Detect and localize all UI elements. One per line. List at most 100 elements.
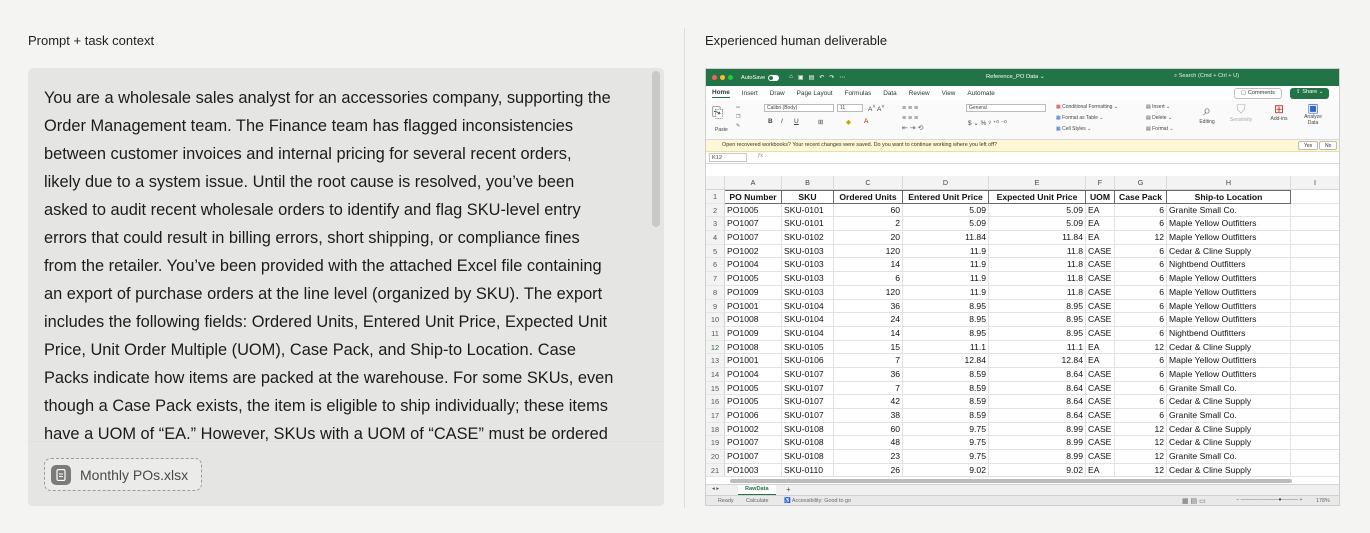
table-cell[interactable] <box>1291 450 1339 464</box>
number-format-select[interactable]: General <box>966 104 1046 112</box>
font-name-select[interactable]: Calibri (Body) <box>764 104 834 112</box>
table-cell[interactable]: 48 <box>834 436 903 451</box>
table-cell[interactable]: 11.8 <box>989 244 1086 259</box>
alignment-icons[interactable]: ≡ ≡ ≡ ≡ ≡ ≡ ⇤ ⇥ ⟲ <box>902 104 924 134</box>
table-cell[interactable]: SKU-0101 <box>782 217 834 232</box>
ribbon-tab-view[interactable]: View <box>942 90 956 97</box>
row-number[interactable]: 1 <box>706 190 725 204</box>
table-cell[interactable]: Nightbend Outfitters <box>1167 326 1291 341</box>
table-cell[interactable]: 8.59 <box>903 395 989 409</box>
table-cell[interactable]: 6 <box>1115 354 1167 368</box>
table-cell[interactable]: 11.8 <box>989 285 1086 300</box>
table-cell[interactable]: 11.84 <box>903 231 989 245</box>
table-cell[interactable]: 11.84 <box>989 231 1086 245</box>
row-number[interactable]: 21 <box>706 463 725 478</box>
font-color-icon[interactable]: A <box>864 118 868 125</box>
table-cell[interactable]: PO1008 <box>725 340 782 355</box>
table-cell[interactable]: CASE <box>1086 299 1115 314</box>
table-cell[interactable]: 11.8 <box>989 258 1086 273</box>
table-cell[interactable]: 8.64 <box>989 409 1086 423</box>
table-cell[interactable]: 11.9 <box>903 258 989 273</box>
table-cell[interactable]: SKU-0110 <box>782 463 834 478</box>
table-cell[interactable]: PO1001 <box>725 299 782 314</box>
add-sheet-button[interactable]: + <box>786 485 791 494</box>
cut-icon[interactable]: ✂ <box>736 105 740 111</box>
header-cell[interactable]: Case Pack <box>1115 190 1167 204</box>
autosave-toggle[interactable] <box>768 74 780 81</box>
table-cell[interactable]: 6 <box>1115 244 1167 259</box>
table-cell[interactable]: 42 <box>834 395 903 409</box>
table-cell[interactable]: 38 <box>834 409 903 423</box>
home-icon[interactable]: ⌂ <box>789 74 793 81</box>
table-cell[interactable]: CASE <box>1086 367 1115 382</box>
table-cell[interactable]: 11.8 <box>989 272 1086 286</box>
table-cell[interactable]: 9.75 <box>903 450 989 464</box>
header-cell[interactable]: Entered Unit Price <box>903 190 989 204</box>
editing-button[interactable]: ⌕ Editing <box>1194 102 1220 125</box>
table-cell[interactable]: 9.75 <box>903 436 989 451</box>
table-cell[interactable]: EA <box>1086 340 1115 355</box>
table-cell[interactable]: CASE <box>1086 285 1115 300</box>
table-cell[interactable]: 12 <box>1115 340 1167 355</box>
table-cell[interactable]: PO1004 <box>725 367 782 382</box>
table-cell[interactable]: PO1005 <box>725 272 782 286</box>
ribbon-tab-data[interactable]: Data <box>883 90 897 97</box>
row-number[interactable]: 2 <box>706 203 725 218</box>
table-cell[interactable]: PO1007 <box>725 436 782 451</box>
table-cell[interactable]: Granite Small Co. <box>1167 450 1291 464</box>
header-cell[interactable]: Expected Unit Price <box>989 190 1086 204</box>
prompt-scrollbar[interactable] <box>652 71 660 227</box>
table-cell[interactable]: 8.95 <box>903 299 989 314</box>
table-cell[interactable] <box>1291 436 1339 451</box>
table-cell[interactable] <box>1291 272 1339 286</box>
cell-styles-button[interactable]: ▦ Cell Styles ⌄ <box>1056 124 1118 135</box>
borders-icon[interactable]: ⊞ <box>818 118 823 126</box>
table-cell[interactable]: 6 <box>1115 203 1167 218</box>
table-cell[interactable]: CASE <box>1086 381 1115 396</box>
table-cell[interactable]: Cedar & Cline Supply <box>1167 395 1291 409</box>
table-cell[interactable] <box>1291 231 1339 245</box>
column-header-a[interactable]: A <box>725 176 782 189</box>
table-cell[interactable] <box>1291 245 1339 259</box>
column-header-b[interactable]: B <box>782 176 834 189</box>
header-cell[interactable]: Ordered Units <box>834 190 903 204</box>
insert-cells-button[interactable]: ▤ Insert ⌄ <box>1146 102 1174 113</box>
table-cell[interactable]: CASE <box>1086 326 1115 341</box>
row-number[interactable]: 10 <box>706 313 725 327</box>
header-cell[interactable]: PO Number <box>725 190 782 204</box>
search-box[interactable]: ⌕ Search (Cmd + Ctrl + U) <box>1174 73 1239 80</box>
notice-yes-button[interactable]: Yes <box>1298 141 1319 150</box>
underline-button[interactable]: U <box>794 118 799 125</box>
table-cell[interactable] <box>1291 300 1339 314</box>
table-cell[interactable]: 9.75 <box>903 422 989 437</box>
table-cell[interactable]: 20 <box>834 231 903 245</box>
table-cell[interactable]: 8.64 <box>989 381 1086 396</box>
table-cell[interactable]: 8.95 <box>989 299 1086 314</box>
table-cell[interactable]: 12 <box>1115 463 1167 478</box>
table-cell[interactable]: 6 <box>1115 381 1167 396</box>
font-size-select[interactable]: 11 <box>837 104 863 112</box>
table-cell[interactable]: PO1004 <box>725 258 782 273</box>
table-cell[interactable]: EA <box>1086 354 1115 368</box>
conditional-formatting-button[interactable]: ▦ Conditional Formatting ⌄ <box>1056 102 1118 113</box>
name-box[interactable]: K12 <box>709 153 747 162</box>
sheet-tab-rawdata[interactable]: RawData <box>738 485 776 495</box>
table-cell[interactable]: Maple Yellow Outfitters <box>1167 285 1291 300</box>
table-cell[interactable]: 6 <box>1115 409 1167 423</box>
table-cell[interactable]: Cedar & Cline Supply <box>1167 436 1291 451</box>
table-cell[interactable]: SKU-0103 <box>782 285 834 300</box>
table-cell[interactable]: 14 <box>834 258 903 273</box>
row-number[interactable]: 20 <box>706 450 725 464</box>
font-grow-icon[interactable]: A˄ A˅ <box>868 104 884 113</box>
accessibility-status[interactable]: ♿ Accessibility: Good to go <box>784 498 851 504</box>
row-number[interactable]: 4 <box>706 231 725 245</box>
table-cell[interactable]: 12 <box>1115 450 1167 464</box>
header-cell[interactable]: SKU <box>782 190 834 204</box>
horizontal-scrollbar[interactable] <box>730 479 1292 483</box>
table-cell[interactable]: PO1001 <box>725 354 782 368</box>
more-icon[interactable]: ⋯ <box>839 74 845 81</box>
table-cell[interactable] <box>1291 313 1339 327</box>
row-number[interactable]: 12 <box>706 340 725 355</box>
row-number[interactable]: 13 <box>706 354 725 368</box>
ribbon-tab-page-layout[interactable]: Page Layout <box>797 90 833 97</box>
